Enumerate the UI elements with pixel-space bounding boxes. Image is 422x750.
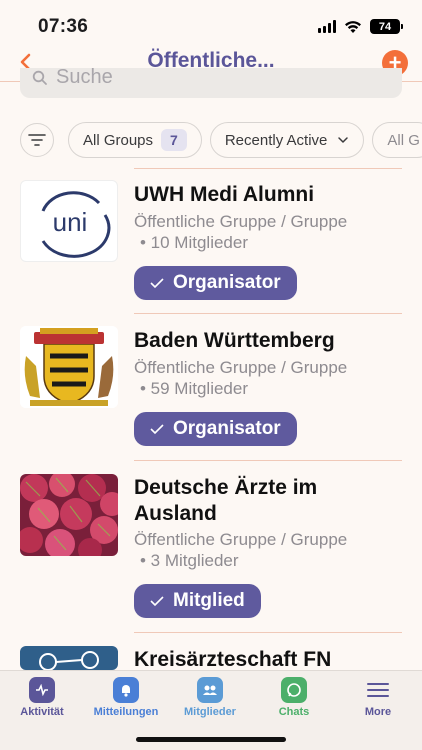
group-thumbnail [20,646,118,670]
group-name: Baden Württemberg [134,329,335,352]
uni-logo: uni [41,191,111,258]
home-indicator [136,737,286,742]
sort-label: Recently Active [224,131,328,149]
battery-level: 74 [378,20,392,33]
bell-icon [113,677,139,703]
role-button[interactable]: Mitglied [134,584,261,618]
group-name: UWH Medi Alumni [134,183,315,206]
check-icon [150,424,164,435]
filter-row: All Groups 7 Recently Active All G [20,122,422,158]
tab-label: Mitglieder [184,706,236,718]
all-groups-chip[interactable]: All Groups 7 [68,122,202,158]
role-label: Mitglied [173,590,245,611]
tab-chats[interactable]: Chats [252,677,336,718]
group-members: • 3 Mitglieder [140,551,239,570]
group-thumbnail [20,326,118,408]
role-button[interactable]: Organisator [134,266,297,300]
check-icon [150,596,164,607]
divider [134,313,402,314]
group-members: • 59 Mitglieder [140,379,249,398]
tab-more[interactable]: More [336,677,420,718]
tab-label: Mitteilungen [93,706,159,718]
all-groups-label: All Groups [83,131,154,149]
search-bar[interactable] [20,68,402,98]
tab-label: Aktivität [20,706,64,718]
status-time: 07:36 [38,16,89,37]
filter-button[interactable] [20,123,54,157]
wifi-icon [345,20,361,33]
tab-notifications[interactable]: Mitteilungen [84,677,168,718]
signal-icon [318,20,336,33]
tab-label: More [364,706,392,718]
uni-logo-text: uni [53,207,88,237]
status-icons: 74 [318,19,403,34]
groups-count-badge: 7 [161,129,187,151]
group-type: Öffentliche Gruppe / Gruppe [134,212,348,231]
rambutan-image [20,474,118,556]
check-icon [150,278,164,289]
divider [134,632,402,633]
status-bar: 07:36 74 [0,0,422,48]
tab-members[interactable]: Mitglieder [168,677,252,718]
tab-label: Chats [278,706,310,718]
extra-filter-chip[interactable]: All G [372,122,422,158]
sort-dropdown[interactable]: Recently Active [209,122,365,158]
menu-icon [365,677,391,703]
role-label: Organisator [173,418,281,439]
activity-icon [29,677,55,703]
divider [134,460,402,461]
tab-activity[interactable]: Aktivität [0,677,84,718]
group-thumbnail: uni [20,180,118,262]
group-thumbnail [20,474,118,556]
search-input[interactable] [56,68,356,92]
search-icon [32,70,47,85]
group-name: Deutsche Ärzte im Ausland [134,476,318,525]
group-members: • 10 Mitglieder [140,233,249,252]
molecule-image [39,651,99,670]
extra-filter-label: All G [387,131,420,149]
members-icon [197,677,223,703]
tab-bar: Aktivität Mitteilungen Mitglieder Chats … [0,670,422,750]
group-type: Öffentliche Gruppe / Gruppe [134,530,348,549]
chat-icon [281,677,307,703]
chevron-down-icon [338,137,349,143]
coat-of-arms-image [20,326,118,408]
filter-icon [28,134,46,146]
group-type: Öffentliche Gruppe / Gruppe [134,358,348,377]
role-button[interactable]: Organisator [134,412,297,446]
divider [134,168,402,169]
role-label: Organisator [173,272,281,293]
battery-icon: 74 [370,19,403,34]
